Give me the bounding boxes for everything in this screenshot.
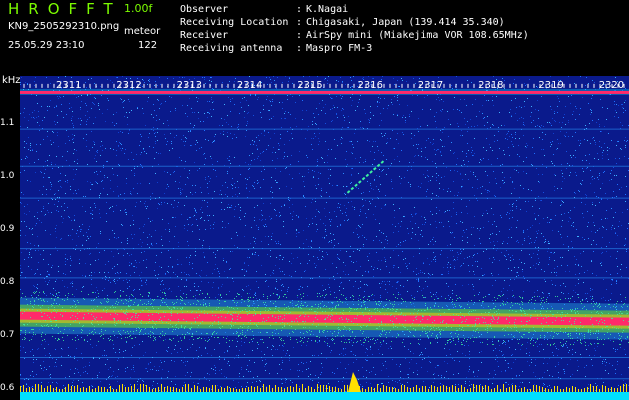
filename-label: KN9_2505292310.png	[8, 21, 120, 32]
info-colon: :	[296, 17, 303, 28]
info-value: Chigasaki, Japan (139.414 35.340)	[306, 17, 505, 28]
x-tick-label: 2319	[538, 80, 564, 91]
y-axis: 1.1 1.0 0.9 0.8 0.7 0.6	[0, 76, 20, 400]
y-tick-label: 0.9	[0, 224, 15, 235]
x-axis-labels: 2311 2312 2313 2314 2315 2316 2317 2318 2319 2320	[20, 80, 629, 94]
spectrogram-plot	[20, 76, 629, 400]
info-key: Observer	[180, 4, 229, 15]
x-tick-label: 2311	[56, 80, 82, 91]
info-value: Maspro FM-3	[306, 43, 373, 54]
y-tick-label: 0.7	[0, 330, 15, 341]
baseline-ticks	[20, 384, 627, 392]
meteor-echo	[346, 160, 385, 194]
x-tick-label: 2316	[357, 80, 383, 91]
x-tick-label: 2320	[598, 80, 625, 91]
y-tick-label: 1.1	[0, 117, 15, 128]
x-tick-label: 2315	[297, 80, 323, 91]
y-tick-label: 1.0	[0, 170, 15, 181]
x-tick-label: 2317	[417, 80, 444, 91]
x-tick-label: 2318	[478, 80, 504, 91]
info-colon: :	[296, 43, 303, 54]
info-key: Receiver	[180, 30, 229, 41]
x-tick-label: 2312	[116, 80, 142, 91]
y-tick-label: 0.6	[0, 383, 15, 394]
app-title: HROFFT	[8, 0, 122, 18]
info-key: Receiving antenna	[180, 43, 283, 54]
info-value: AirSpy mini (Miakejima VOR 108.65MHz)	[306, 30, 529, 41]
spectrogram-canvas	[20, 76, 629, 400]
count-label: 122	[138, 40, 158, 51]
baseline-spike	[348, 372, 361, 392]
info-key: Receiving Location	[180, 17, 289, 28]
info-colon: :	[296, 30, 303, 41]
header-panel: HROFFT 1.00f KN9_2505292310.png meteor 2…	[0, 0, 629, 76]
x-tick-label: 2313	[176, 80, 203, 91]
noise-speckle	[20, 76, 629, 400]
version-label: 1.00f	[124, 2, 153, 15]
baseline-bar	[20, 392, 629, 400]
y-tick-label: 0.8	[0, 277, 15, 288]
datetime-label: 25.05.29 23:10	[8, 40, 85, 51]
info-colon: :	[296, 4, 303, 15]
x-tick-label: 2314	[236, 80, 263, 91]
info-value: K.Nagai	[306, 4, 349, 15]
mode-label: meteor	[124, 26, 161, 37]
